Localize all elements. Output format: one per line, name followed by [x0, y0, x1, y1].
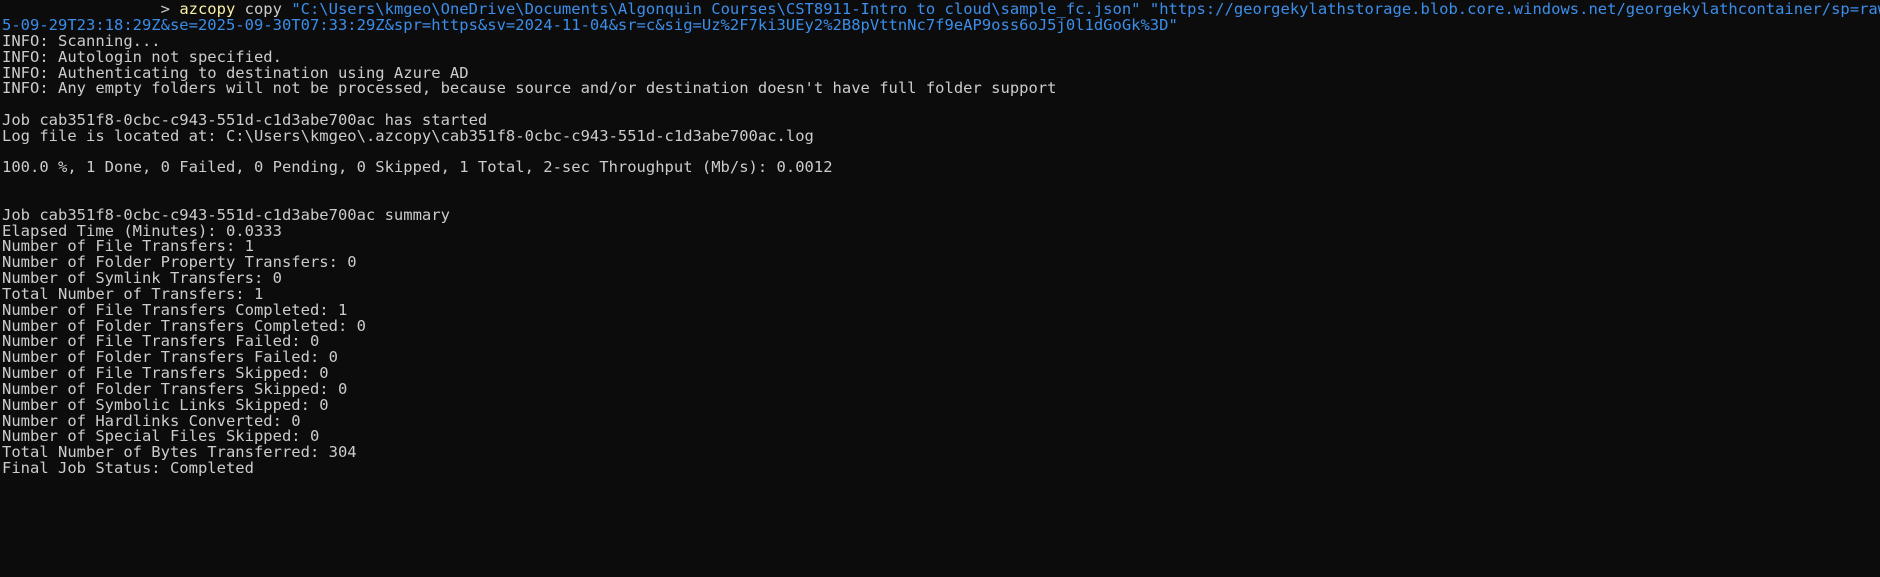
log-file-line: Log file is located at: C:\Users\kmgeo\.… — [2, 127, 814, 145]
final-status-line: Final Job Status: Completed — [2, 459, 254, 477]
command-destination-arg: "https://georgekylathstorage.blob.core.w… — [1149, 0, 1880, 18]
command-destination-arg-continued: 5-09-29T23:18:29Z&se=2025-09-30T07:33:29… — [2, 16, 1178, 34]
terminal-window[interactable]: > azcopy copy "C:\Users\kmgeo\OneDrive\D… — [0, 0, 1880, 577]
command-line-wrap: 5-09-29T23:18:29Z&se=2025-09-30T07:33:29… — [2, 16, 1178, 35]
info-line: INFO: Any empty folders will not be proc… — [2, 79, 1057, 97]
progress-line: 100.0 %, 1 Done, 0 Failed, 0 Pending, 0 … — [2, 158, 833, 176]
